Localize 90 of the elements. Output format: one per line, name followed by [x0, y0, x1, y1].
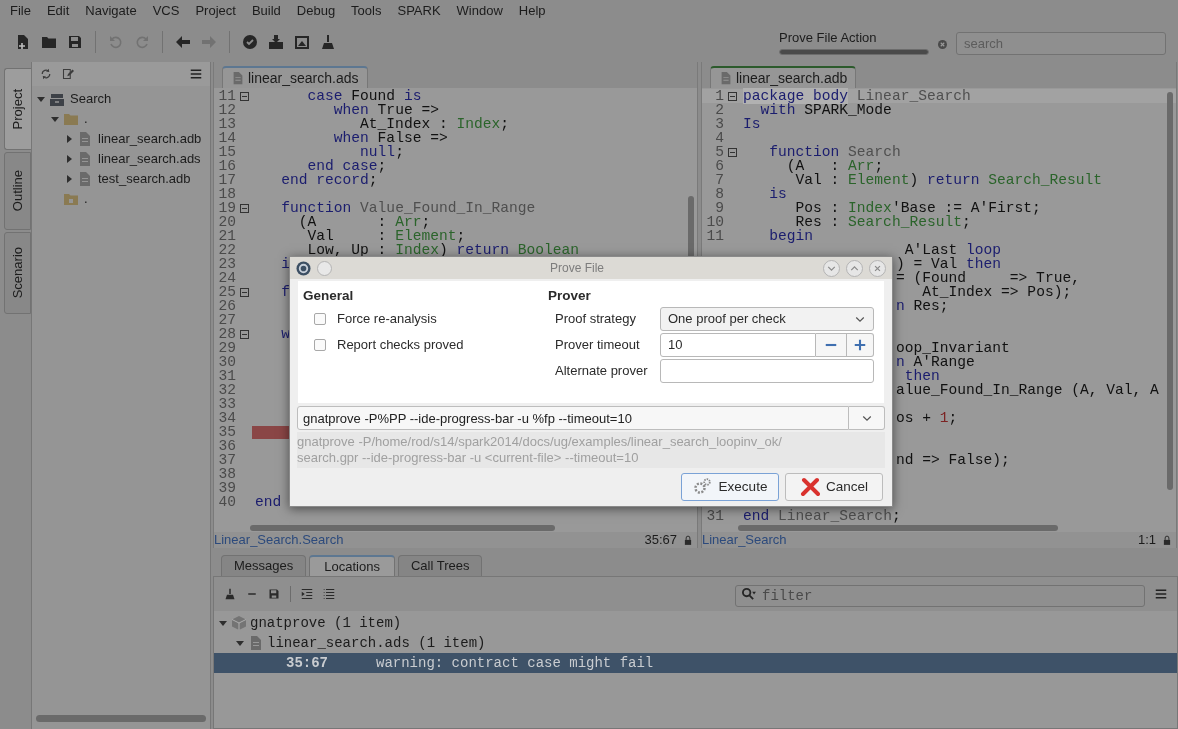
code-line: end record;: [281, 173, 378, 187]
line-number: 35: [218, 425, 236, 439]
line-number: 6: [715, 159, 724, 173]
line-number: 4: [715, 131, 724, 145]
code-line: when True =>: [333, 103, 439, 117]
line-number: 23: [218, 257, 236, 271]
line-number: 11: [218, 89, 236, 103]
line-number: 9: [715, 201, 724, 215]
line-number: 20: [218, 215, 236, 229]
code-line: nd => False);: [896, 453, 1010, 467]
code-line: n A'Range: [896, 355, 975, 369]
line-number: 37: [218, 453, 236, 467]
code-line: Res : Search_Result;: [795, 215, 971, 229]
section-heading: Prover: [548, 287, 592, 305]
code-line: (A : Arr;: [298, 215, 431, 229]
cursor-position: 1:1: [1137, 531, 1156, 550]
line-number: 27: [218, 313, 236, 327]
line-number: 32: [218, 383, 236, 397]
line-number: 7: [715, 173, 724, 187]
line-number: 39: [218, 481, 236, 495]
line-number: 18: [218, 187, 236, 201]
line-number: 34: [218, 411, 236, 425]
code-line: At_Index => Pos);: [922, 285, 1072, 299]
line-number: 12: [218, 103, 236, 117]
line-number: 14: [218, 131, 236, 145]
code-line: i: [281, 257, 291, 271]
code-line: Val : Element;: [307, 229, 466, 243]
line-number: 5: [715, 145, 724, 159]
code-line: os + 1;: [896, 411, 958, 425]
code-line: then: [904, 369, 940, 383]
line-number: 33: [218, 397, 236, 411]
section-heading: General: [303, 287, 355, 305]
checkbox-label: Report checks proved: [337, 336, 464, 355]
line-number: 2: [715, 103, 724, 117]
code-line: Val : Element) return Search_Result: [795, 173, 1103, 187]
code-line: is: [769, 187, 787, 201]
code-line: ) = Val then: [896, 257, 1002, 271]
line-number: 17: [218, 173, 236, 187]
code-line: null;: [360, 145, 404, 159]
code-line: A'Last loop: [904, 243, 1002, 257]
line-number: 15: [218, 145, 236, 159]
code-line: function Search: [769, 145, 901, 159]
code-line: function Value_Found_In_Range: [281, 201, 536, 215]
line-number: 31: [218, 369, 236, 383]
line-number: 13: [218, 117, 236, 131]
code-line: = (Found => True,: [896, 271, 1080, 285]
code-line: n Res;: [896, 299, 949, 313]
line-number: 10: [706, 215, 724, 229]
checkbox-label: Force re-analysis: [337, 310, 437, 329]
code-line: oop_Invariant: [896, 341, 1010, 355]
field-label: Proof strategy: [554, 309, 637, 328]
line-number: 30: [218, 355, 236, 369]
line-number: 26: [218, 299, 236, 313]
code-line: with SPARK_Mode: [760, 103, 892, 117]
task-label: Prove File Action: [779, 29, 878, 46]
code-line: begin: [769, 229, 814, 243]
line-number: 40: [218, 495, 236, 509]
line-number: 31: [706, 509, 724, 523]
line-number: 11: [706, 229, 724, 243]
field-label: Alternate prover: [554, 361, 649, 380]
line-number: 24: [218, 271, 236, 285]
code-line: Pos : Index'Base := A'First;: [795, 201, 1041, 215]
cursor-position: 35:67: [644, 531, 677, 550]
line-number: 19: [218, 201, 236, 215]
code-line: (A : Arr;: [786, 159, 884, 173]
command-preview: gnatprove -P/home/rod/s14/spark2014/docs/ug/examples/linear_search_loopinv_ok/: [297, 434, 783, 450]
code-line: end Linear_Search;: [743, 509, 901, 523]
code-line: Is: [743, 117, 761, 131]
line-number: 36: [218, 439, 236, 453]
code-line: when False =>: [333, 131, 448, 145]
code-line: At_Index : Index;: [360, 117, 509, 131]
code-line: end case;: [307, 159, 387, 173]
line-number: 21: [218, 229, 236, 243]
code-line: alue_Found_In_Range (A, Val, A: [896, 383, 1159, 397]
line-number: 29: [218, 341, 236, 355]
field-label: Prover timeout: [554, 335, 641, 354]
line-number: 1: [715, 89, 724, 103]
code-line: package body Linear_Search: [743, 89, 971, 103]
line-number: 22: [218, 243, 236, 257]
code-line: case Found is: [307, 89, 422, 103]
line-number: 38: [218, 467, 236, 481]
command-preview: search.gpr --ide-progress-bar -u <current-file> --timeout=10: [297, 450, 640, 466]
code-line: f: [281, 285, 291, 299]
line-number: 28: [218, 327, 236, 341]
code-line: end: [255, 495, 282, 509]
dialog-title: Prove File: [550, 260, 605, 277]
line-number: 8: [715, 187, 724, 201]
line-number: 3: [715, 117, 724, 131]
line-number: 25: [218, 285, 236, 299]
line-number: 16: [218, 159, 236, 173]
